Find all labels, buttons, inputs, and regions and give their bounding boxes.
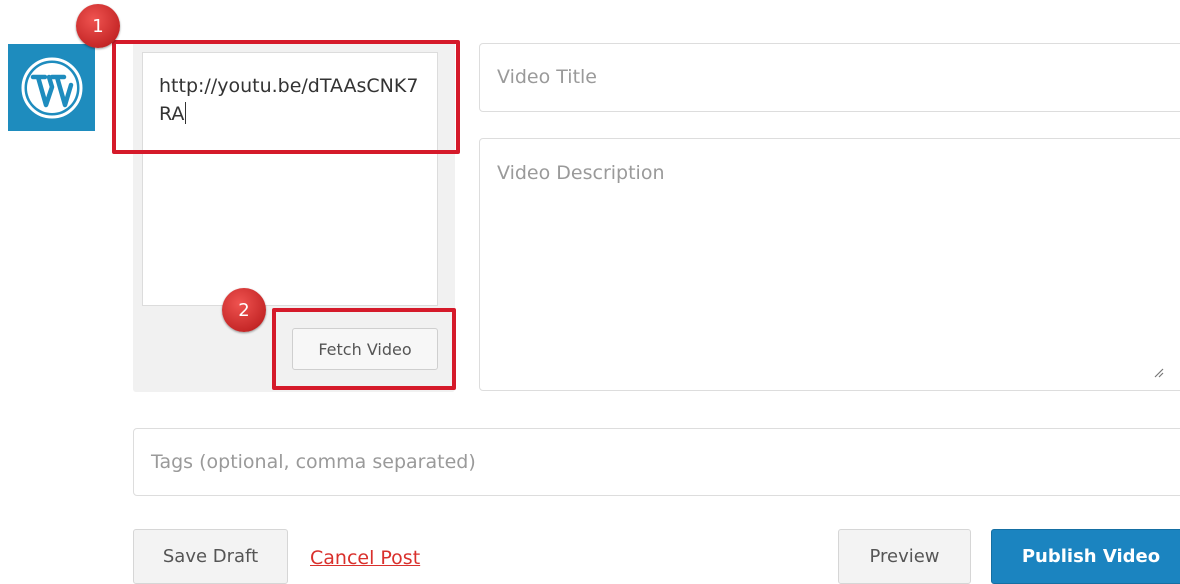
step-2-badge: 2	[222, 288, 266, 332]
annotation-box-step-1	[112, 40, 460, 154]
publish-video-button[interactable]: Publish Video	[991, 529, 1180, 584]
video-title-input[interactable]: Video Title	[479, 43, 1180, 112]
annotation-box-step-2	[272, 308, 456, 390]
resize-grip-icon[interactable]	[1152, 366, 1164, 378]
tags-input[interactable]: Tags (optional, comma separated)	[133, 428, 1180, 496]
cancel-post-link[interactable]: Cancel Post	[310, 547, 420, 569]
wordpress-glyph-icon	[21, 57, 82, 118]
tags-placeholder: Tags (optional, comma separated)	[151, 451, 476, 473]
preview-button[interactable]: Preview	[838, 529, 971, 584]
video-title-placeholder: Video Title	[497, 66, 597, 88]
step-1-badge: 1	[76, 4, 120, 48]
cropped-heading	[150, 0, 1180, 4]
save-draft-button[interactable]: Save Draft	[133, 529, 288, 584]
wordpress-logo-icon	[8, 44, 95, 131]
video-description-placeholder: Video Description	[497, 162, 665, 184]
video-description-textarea[interactable]: Video Description	[479, 138, 1180, 391]
